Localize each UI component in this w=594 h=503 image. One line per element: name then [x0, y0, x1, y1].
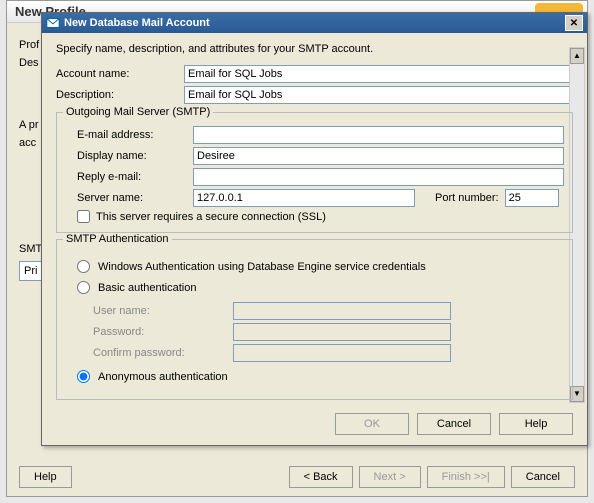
cancel-button-wizard[interactable]: Cancel	[511, 466, 575, 488]
confirm-password-label: Confirm password:	[65, 347, 193, 359]
display-name-input[interactable]	[193, 147, 564, 165]
basic-auth-radio[interactable]	[77, 281, 90, 294]
username-label: User name:	[65, 305, 193, 317]
password-input	[233, 323, 451, 341]
email-input[interactable]	[193, 126, 564, 144]
server-name-input[interactable]	[193, 189, 415, 207]
server-name-label: Server name:	[65, 192, 193, 204]
dialog-titlebar: New Database Mail Account ✕	[42, 13, 587, 33]
port-label: Port number:	[435, 192, 499, 204]
description-input[interactable]	[184, 86, 573, 104]
ssl-label: This server requires a secure connection…	[96, 211, 326, 223]
next-button[interactable]: Next >	[359, 466, 421, 488]
scroll-up-icon[interactable]: ▲	[570, 48, 584, 64]
username-input	[233, 302, 451, 320]
account-name-label: Account name:	[56, 68, 184, 80]
description-label: Description:	[56, 89, 184, 101]
finish-button[interactable]: Finish >>|	[427, 466, 505, 488]
ok-button[interactable]: OK	[335, 413, 409, 435]
windows-auth-label: Windows Authentication using Database En…	[98, 261, 426, 273]
display-name-label: Display name:	[65, 150, 193, 162]
reply-email-label: Reply e-mail:	[65, 171, 193, 183]
cancel-button[interactable]: Cancel	[417, 413, 491, 435]
anonymous-auth-label: Anonymous authentication	[98, 371, 228, 383]
dialog-window: New Database Mail Account ✕ ▲ ▼ Specify …	[41, 12, 588, 446]
anonymous-auth-radio[interactable]	[77, 370, 90, 383]
reply-email-input[interactable]	[193, 168, 564, 186]
port-input[interactable]	[505, 189, 559, 207]
ssl-checkbox[interactable]	[77, 210, 90, 223]
auth-groupbox: SMTP Authentication Windows Authenticati…	[56, 239, 573, 400]
help-button-wizard[interactable]: Help	[19, 466, 72, 488]
windows-auth-radio[interactable]	[77, 260, 90, 273]
back-button[interactable]: < Back	[289, 466, 353, 488]
dialog-footer: OK Cancel Help	[335, 413, 573, 435]
password-label: Password:	[65, 326, 193, 338]
intro-text: Specify name, description, and attribute…	[56, 43, 573, 55]
account-name-input[interactable]	[184, 65, 573, 83]
dialog-title: New Database Mail Account	[64, 17, 210, 29]
basic-auth-label: Basic authentication	[98, 282, 196, 294]
close-icon[interactable]: ✕	[565, 15, 583, 31]
smtp-group-title: Outgoing Mail Server (SMTP)	[63, 106, 213, 118]
email-label: E-mail address:	[65, 129, 193, 141]
smtp-groupbox: Outgoing Mail Server (SMTP) E-mail addre…	[56, 112, 573, 233]
wizard-footer: Help < Back Next > Finish >>| Cancel	[19, 466, 575, 488]
help-button[interactable]: Help	[499, 413, 573, 435]
dialog-body: Specify name, description, and attribute…	[42, 33, 587, 406]
confirm-password-input	[233, 344, 451, 362]
auth-group-title: SMTP Authentication	[63, 233, 172, 245]
dialog-icon	[46, 16, 60, 30]
